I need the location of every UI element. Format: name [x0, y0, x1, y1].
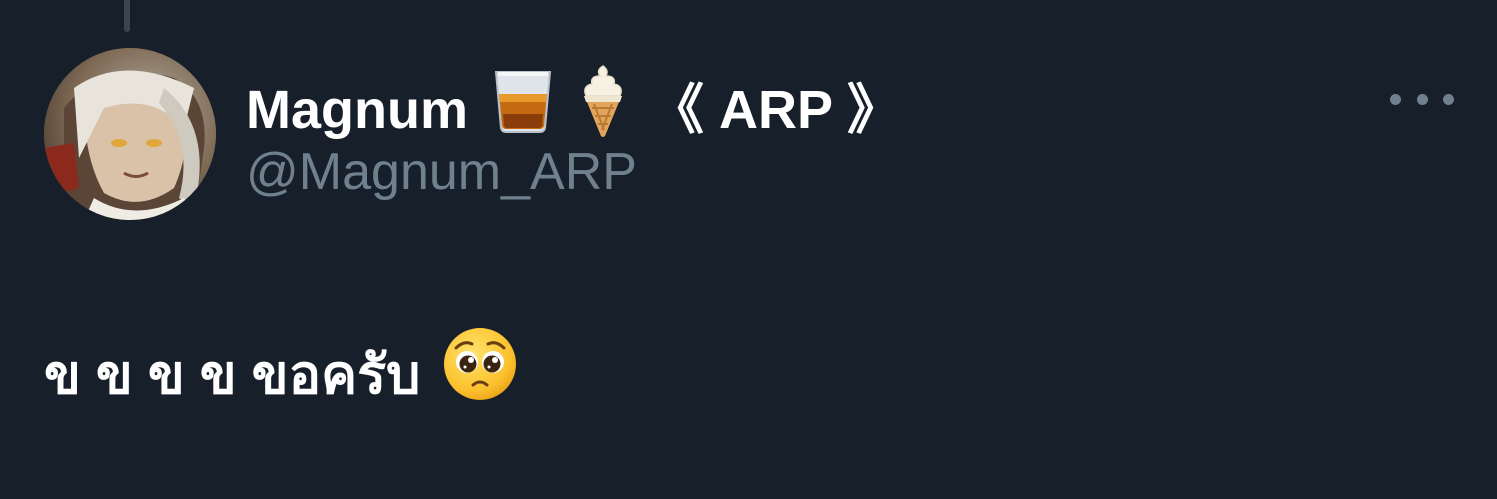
author-handle[interactable]: @Magnum_ARP: [246, 140, 637, 204]
tweet-text: ข ข ข ข ขอครับ: [44, 345, 421, 405]
avatar[interactable]: [44, 48, 216, 220]
tweet-body: ข ข ข ข ขอครับ: [44, 326, 518, 424]
more-options-button[interactable]: [1390, 82, 1454, 116]
more-dot-icon: [1416, 93, 1428, 105]
pleading-face-icon: [442, 326, 518, 424]
avatar-image: [44, 48, 216, 220]
thread-connector-line: [124, 0, 130, 32]
more-dot-icon: [1390, 93, 1401, 105]
whisky-glass-icon: [490, 68, 556, 151]
more-dot-icon: [1443, 93, 1454, 105]
author-name-suffix: 《 ARP 》: [650, 79, 902, 140]
author-name: Magnum: [246, 79, 468, 140]
